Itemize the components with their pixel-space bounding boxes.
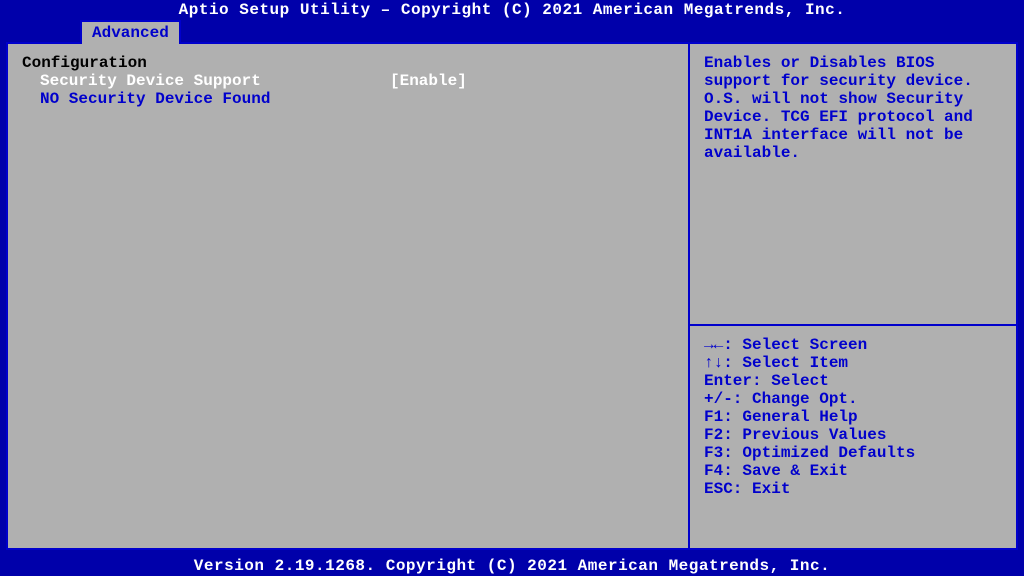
key-previous-values: F2: Previous Values	[704, 426, 1002, 444]
key-help: →←: Select Screen ↑↓: Select Item Enter:…	[704, 336, 1002, 498]
setting-label: Security Device Support	[22, 72, 390, 90]
key-select-item: ↑↓: Select Item	[704, 354, 1002, 372]
key-esc-exit: ESC: Exit	[704, 480, 1002, 498]
section-title: Configuration	[22, 54, 674, 72]
help-panel: Enables or Disables BIOS support for sec…	[690, 44, 1016, 548]
info-no-security-device: NO Security Device Found	[22, 90, 674, 108]
panel-wrap: Configuration Security Device Support [E…	[6, 42, 1018, 550]
setting-security-device-support[interactable]: Security Device Support [Enable]	[22, 72, 674, 90]
tab-advanced[interactable]: Advanced	[80, 20, 181, 44]
key-optimized-defaults: F3: Optimized Defaults	[704, 444, 1002, 462]
footer-bar: Version 2.19.1268. Copyright (C) 2021 Am…	[0, 556, 1024, 576]
main-area: Configuration Security Device Support [E…	[0, 42, 1024, 556]
tab-row: Advanced	[0, 20, 1024, 42]
divider	[690, 324, 1016, 326]
key-enter: Enter: Select	[704, 372, 1002, 390]
help-text: Enables or Disables BIOS support for sec…	[704, 54, 1002, 254]
key-save-exit: F4: Save & Exit	[704, 462, 1002, 480]
key-general-help: F1: General Help	[704, 408, 1002, 426]
settings-panel: Configuration Security Device Support [E…	[8, 44, 690, 548]
key-select-screen: →←: Select Screen	[704, 336, 1002, 354]
key-change-opt: +/-: Change Opt.	[704, 390, 1002, 408]
setting-value[interactable]: [Enable]	[390, 72, 467, 90]
title-bar: Aptio Setup Utility – Copyright (C) 2021…	[0, 0, 1024, 20]
